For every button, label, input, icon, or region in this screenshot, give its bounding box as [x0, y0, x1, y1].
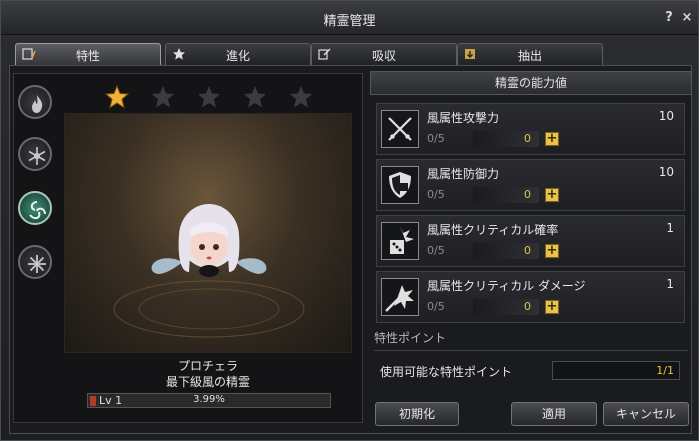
stat-value: 10: [658, 165, 674, 179]
element-light-button[interactable]: [18, 245, 52, 279]
spirit-title: 最下級風の精霊: [165, 375, 250, 389]
stat-allocation-track: 0: [473, 243, 539, 259]
stat-points: 0/5: [427, 132, 445, 145]
stat-name: 風属性クリティカル確率: [427, 223, 559, 237]
snowflake-icon: [28, 147, 46, 165]
stat-row-attack: 風属性攻撃力 10 0/5 0 +: [376, 103, 685, 155]
stats-panel-header: 精霊の能力値: [370, 71, 692, 95]
spirit-character-image: [113, 204, 305, 338]
spirit-stage: [64, 113, 352, 353]
star-empty-icon: [152, 86, 174, 108]
stat-row-crit-damage: 風属性クリティカル ダメージ 1 0/5 0 +: [376, 271, 685, 323]
burst-icon: [28, 255, 46, 273]
tab-absorb[interactable]: 吸収: [311, 43, 457, 65]
star-filled-icon: [105, 85, 129, 109]
stat-points: 0/5: [427, 188, 445, 201]
apply-button[interactable]: 適用: [511, 402, 597, 426]
exp-percent: 3.99%: [193, 394, 225, 405]
available-points-label: 使用可能な特性ポイント: [380, 365, 513, 379]
close-button[interactable]: ×: [679, 10, 695, 26]
tab-label: 特性: [75, 49, 100, 63]
tab-evolution[interactable]: 進化: [165, 43, 311, 65]
stat-name: 風属性クリティカル ダメージ: [427, 279, 586, 293]
fire-icon: [32, 95, 43, 113]
window-title: 精霊管理: [323, 14, 376, 29]
stat-current: 0: [524, 244, 531, 257]
element-wind-button[interactable]: [18, 191, 52, 225]
tab-label: 進化: [225, 49, 250, 63]
crossed-swords-icon: [381, 110, 419, 148]
element-fire-button[interactable]: [18, 85, 52, 119]
help-button[interactable]: ?: [661, 10, 677, 26]
sword-burst-icon: [381, 278, 419, 316]
stat-name: 風属性防御力: [427, 167, 500, 181]
tab-traits[interactable]: 特性: [15, 43, 161, 65]
tab-extract[interactable]: 抽出: [457, 43, 603, 65]
titlebar: 精霊管理 ? ×: [1, 1, 698, 35]
stat-name: 風属性攻撃力: [427, 111, 500, 125]
wind-icon: [29, 201, 46, 220]
stat-points: 0/5: [427, 244, 445, 257]
stat-allocation-track: 0: [473, 131, 539, 147]
star-empty-icon: [244, 86, 266, 108]
add-point-button[interactable]: +: [545, 244, 559, 258]
stats-panel: 精霊の能力値 風属性攻撃力 10 0/5 0 + 風属性防御力 10 0/5 0…: [370, 71, 692, 434]
shield-icon: [381, 166, 419, 204]
element-water-button[interactable]: [18, 137, 52, 171]
stat-value: 10: [658, 109, 674, 123]
stat-value: 1: [666, 277, 674, 291]
stat-allocation-track: 0: [473, 299, 539, 315]
spirit-name: プロチェラ: [177, 359, 238, 373]
add-point-button[interactable]: +: [545, 132, 559, 146]
star-empty-icon: [290, 86, 312, 108]
tab-label: 吸収: [371, 49, 396, 63]
stat-current: 0: [524, 132, 531, 145]
tab-label: 抽出: [517, 49, 542, 63]
available-points-value: 1/1: [656, 364, 674, 377]
stat-current: 0: [524, 188, 531, 201]
level-exp-bar: Lv 1 3.99%: [87, 393, 331, 408]
stat-value: 1: [666, 221, 674, 235]
stat-current: 0: [524, 300, 531, 313]
cancel-button[interactable]: キャンセル: [603, 402, 689, 426]
available-points-box: 1/1: [552, 361, 680, 380]
dice-burst-icon: [381, 222, 419, 260]
star-empty-icon: [198, 86, 220, 108]
reset-button[interactable]: 初期化: [375, 402, 459, 426]
add-point-button[interactable]: +: [545, 300, 559, 314]
spirit-management-window: 精霊管理 ? × 特性 進化 吸収 抽出 プロチェラ 最下級風の精霊 Lv 1 …: [0, 0, 699, 441]
trait-points-section-title: 特性ポイント: [374, 329, 688, 351]
stat-row-crit-rate: 風属性クリティカル確率 1 0/5 0 +: [376, 215, 685, 267]
stat-row-defense: 風属性防御力 10 0/5 0 +: [376, 159, 685, 211]
stat-allocation-track: 0: [473, 187, 539, 203]
add-point-button[interactable]: +: [545, 188, 559, 202]
stat-points: 0/5: [427, 300, 445, 313]
